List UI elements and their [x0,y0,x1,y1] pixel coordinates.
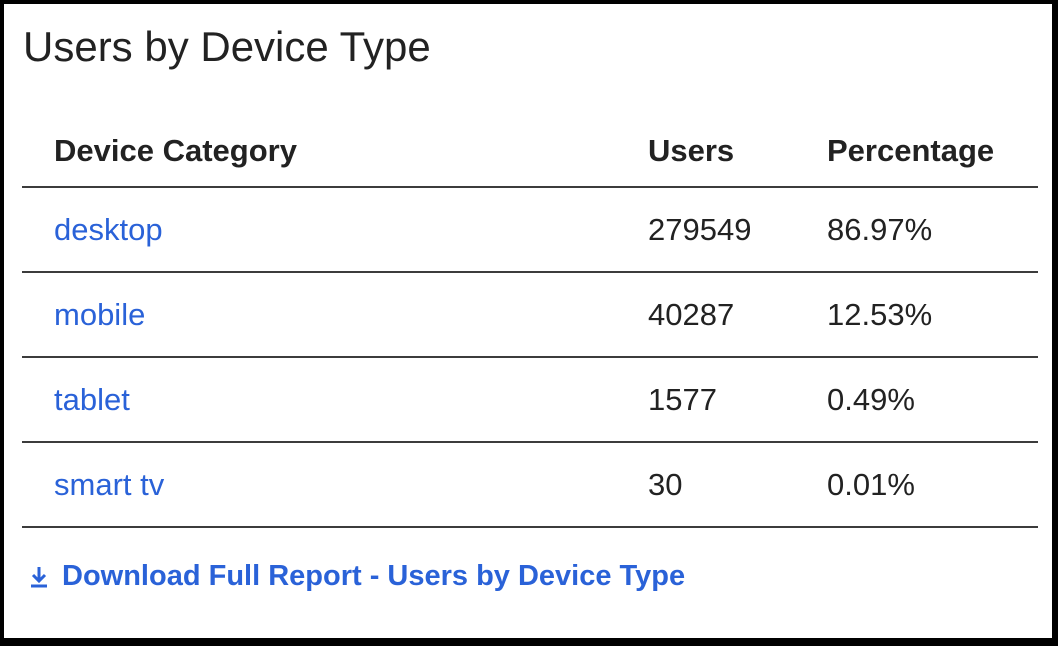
widget-title: Users by Device Type [23,23,431,70]
device-table: Device Category Users Percentage desktop… [22,116,1038,528]
device-link-desktop[interactable]: desktop [54,212,163,248]
users-by-device-card: Users by Device Type Device Category Use… [4,4,1052,638]
column-header-percentage: Percentage [827,133,995,168]
device-link-mobile[interactable]: mobile [54,297,145,333]
download-icon [28,564,50,590]
percentage-value: 0.01% [827,466,915,502]
table-row: mobile 40287 12.53% [22,273,1038,358]
percentage-value: 0.49% [827,381,915,417]
users-value: 1577 [648,381,717,417]
column-header-users: Users [648,133,735,168]
table-header-row: Device Category Users Percentage [22,116,1038,188]
table-row: smart tv 30 0.01% [22,443,1038,528]
column-header-device-category: Device Category [54,133,297,168]
download-label: Download Full Report - Users by Device T… [62,560,686,592]
device-link-smart-tv[interactable]: smart tv [54,467,164,503]
percentage-value: 86.97% [827,211,933,247]
download-full-report-link[interactable]: Download Full Report - Users by Device T… [28,560,685,593]
users-value: 30 [648,466,683,502]
users-value: 279549 [648,211,752,247]
users-value: 40287 [648,296,735,332]
table-row: tablet 1577 0.49% [22,358,1038,443]
percentage-value: 12.53% [827,296,933,332]
device-link-tablet[interactable]: tablet [54,382,130,418]
table-row: desktop 279549 86.97% [22,188,1038,273]
